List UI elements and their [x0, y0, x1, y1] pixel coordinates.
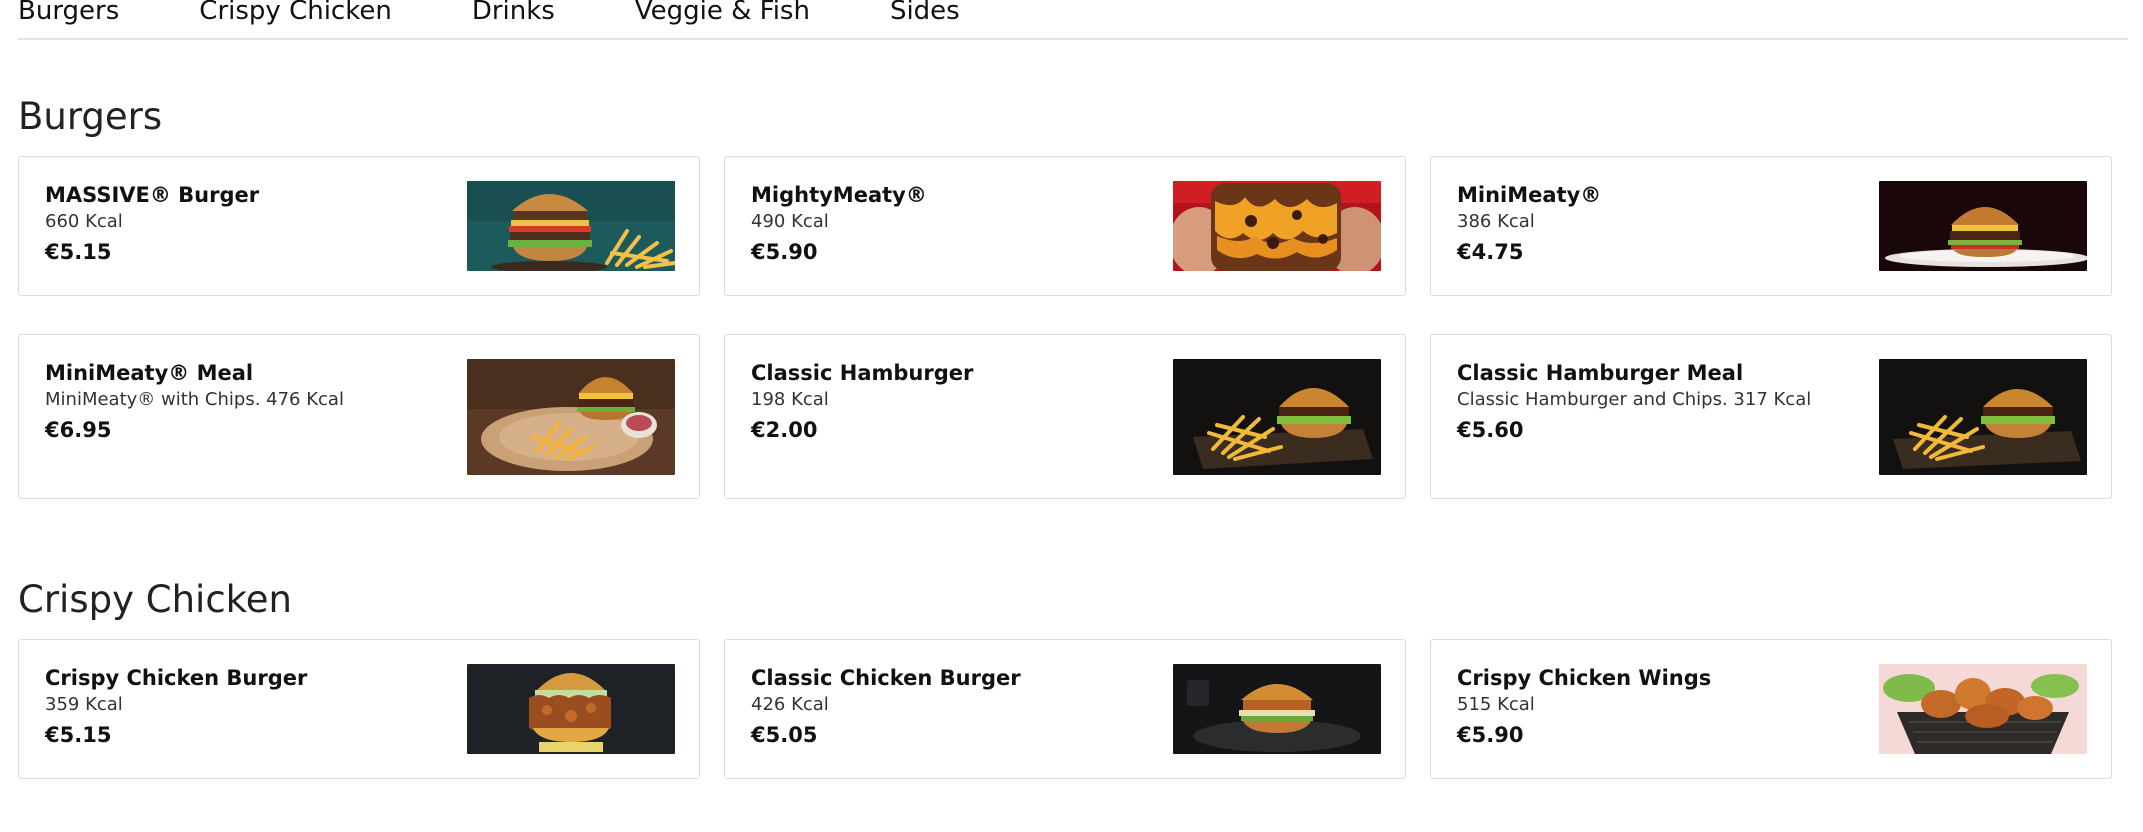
product-price: €4.75	[1457, 240, 1524, 264]
product-description: 515 Kcal	[1457, 694, 1535, 715]
product-price: €2.00	[751, 418, 818, 442]
product-price: €5.15	[45, 723, 112, 747]
product-name: Classic Chicken Burger	[751, 666, 1021, 690]
product-description: 426 Kcal	[751, 694, 829, 715]
product-description: 359 Kcal	[45, 694, 123, 715]
product-info: Classic Hamburger 198 Kcal €2.00	[751, 359, 1131, 474]
product-price: €5.90	[751, 240, 818, 264]
product-card[interactable]: Crispy Chicken Wings 515 Kcal €5.90	[1430, 639, 2112, 779]
product-name: MightyMeaty®	[751, 183, 927, 207]
product-name: MiniMeaty®	[1457, 183, 1602, 207]
product-price: €5.15	[45, 240, 112, 264]
product-image	[1173, 359, 1381, 475]
tab-burgers[interactable]: Burgers	[18, 0, 119, 38]
product-card[interactable]: Classic Hamburger Meal Classic Hamburger…	[1430, 334, 2112, 499]
menu-page: Burgers Crispy Chicken Drinks Veggie & F…	[0, 0, 2143, 832]
product-image	[1173, 664, 1381, 754]
product-image	[1879, 181, 2087, 271]
product-card[interactable]: MiniMeaty® 386 Kcal €4.75	[1430, 156, 2112, 296]
product-info: Crispy Chicken Wings 515 Kcal €5.90	[1457, 664, 1837, 754]
product-card[interactable]: MightyMeaty® 490 Kcal €5.90	[724, 156, 1406, 296]
product-name: Crispy Chicken Wings	[1457, 666, 1712, 690]
product-card[interactable]: Classic Hamburger 198 Kcal €2.00	[724, 334, 1406, 499]
product-name: MiniMeaty® Meal	[45, 361, 254, 385]
product-price: €5.05	[751, 723, 818, 747]
product-card[interactable]: Classic Chicken Burger 426 Kcal €5.05	[724, 639, 1406, 779]
product-description: Classic Hamburger and Chips. 317 Kcal	[1457, 389, 1812, 410]
category-nav: Burgers Crispy Chicken Drinks Veggie & F…	[18, 0, 2128, 40]
product-image	[467, 181, 675, 271]
product-name: Crispy Chicken Burger	[45, 666, 308, 690]
product-image	[1879, 359, 2087, 475]
section-burgers: Burgers MASSIVE® Burger 660 Kcal €5.15 M…	[18, 92, 2125, 499]
product-info: MightyMeaty® 490 Kcal €5.90	[751, 181, 1131, 271]
product-grid: MASSIVE® Burger 660 Kcal €5.15 MightyMea…	[18, 156, 2125, 499]
product-name: Classic Hamburger	[751, 361, 974, 385]
product-info: MASSIVE® Burger 660 Kcal €5.15	[45, 181, 425, 271]
product-description: 660 Kcal	[45, 211, 123, 232]
tab-drinks[interactable]: Drinks	[472, 0, 555, 38]
tab-sides[interactable]: Sides	[890, 0, 960, 38]
product-name: MASSIVE® Burger	[45, 183, 260, 207]
product-description: MiniMeaty® with Chips. 476 Kcal	[45, 389, 344, 410]
product-description: 490 Kcal	[751, 211, 829, 232]
product-image	[467, 664, 675, 754]
product-card[interactable]: Crispy Chicken Burger 359 Kcal €5.15	[18, 639, 700, 779]
tab-crispy-chicken[interactable]: Crispy Chicken	[199, 0, 392, 38]
product-info: Classic Hamburger Meal Classic Hamburger…	[1457, 359, 1837, 474]
product-info: MiniMeaty® Meal MiniMeaty® with Chips. 4…	[45, 359, 425, 474]
product-description: 386 Kcal	[1457, 211, 1535, 232]
product-price: €6.95	[45, 418, 112, 442]
product-name: Classic Hamburger Meal	[1457, 361, 1744, 385]
tab-veggie-fish[interactable]: Veggie & Fish	[635, 0, 810, 38]
product-description: 198 Kcal	[751, 389, 829, 410]
product-info: MiniMeaty® 386 Kcal €4.75	[1457, 181, 1837, 271]
product-card[interactable]: MASSIVE® Burger 660 Kcal €5.15	[18, 156, 700, 296]
product-grid: Crispy Chicken Burger 359 Kcal €5.15 Cla…	[18, 639, 2125, 779]
section-crispy-chicken: Crispy Chicken Crispy Chicken Burger 359…	[18, 575, 2125, 779]
section-title: Burgers	[18, 95, 163, 138]
product-info: Classic Chicken Burger 426 Kcal €5.05	[751, 664, 1131, 754]
product-price: €5.90	[1457, 723, 1524, 747]
product-info: Crispy Chicken Burger 359 Kcal €5.15	[45, 664, 425, 754]
product-card[interactable]: MiniMeaty® Meal MiniMeaty® with Chips. 4…	[18, 334, 700, 499]
product-image	[1173, 181, 1381, 271]
product-image	[467, 359, 675, 475]
product-price: €5.60	[1457, 418, 1524, 442]
product-image	[1879, 664, 2087, 754]
section-title: Crispy Chicken	[18, 578, 292, 621]
